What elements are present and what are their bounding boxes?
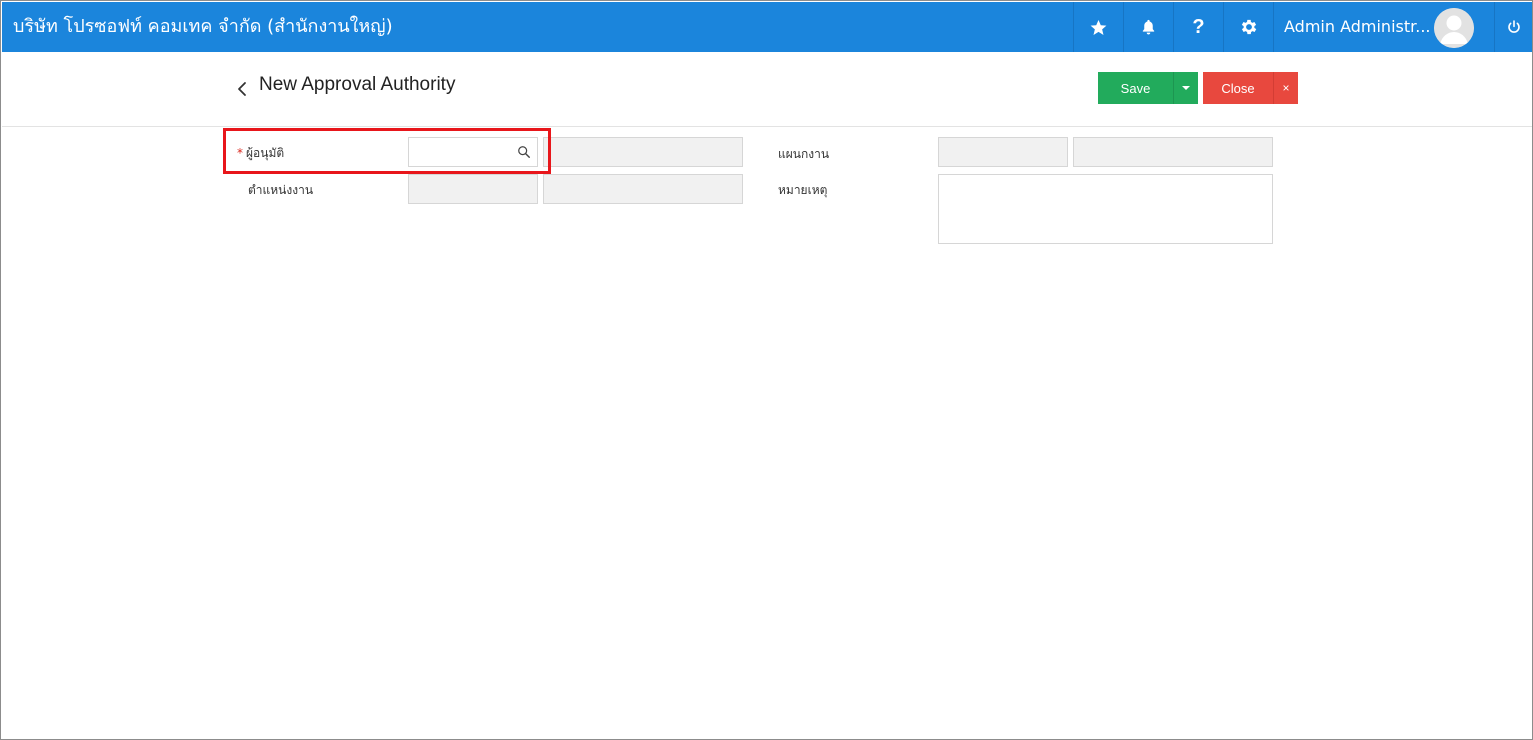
back-chevron-icon — [238, 82, 246, 96]
remark-label: หมายเหตุ — [778, 183, 828, 197]
department-label: แผนกงาน — [778, 147, 830, 161]
close-x-button[interactable]: × — [1273, 72, 1298, 104]
save-button[interactable]: Save — [1098, 72, 1173, 104]
position-code-field — [408, 174, 538, 204]
user-avatar-icon — [1434, 8, 1474, 48]
power-icon — [1508, 20, 1520, 33]
department-name-field — [1073, 137, 1273, 167]
close-button[interactable]: Close — [1203, 72, 1273, 104]
remark-field[interactable] — [938, 174, 1273, 244]
help-button[interactable]: ? — [1173, 2, 1223, 52]
bell-icon — [1142, 19, 1155, 35]
department-code-input — [939, 138, 1067, 166]
app-window: บริษัท โปรซอฟท์ คอมเทค จำกัด (สำนักงานให… — [0, 0, 1533, 740]
favorites-button[interactable] — [1073, 2, 1123, 52]
star-icon — [1090, 19, 1107, 35]
notifications-button[interactable] — [1123, 2, 1173, 52]
position-name-field — [543, 174, 743, 204]
top-bar: บริษัท โปรซอฟท์ คอมเทค จำกัด (สำนักงานให… — [2, 2, 1532, 52]
approver-name-input — [544, 138, 742, 166]
user-menu[interactable]: Admin Administr... — [1273, 2, 1494, 52]
remark-textarea[interactable] — [939, 175, 1272, 243]
help-icon: ? — [1192, 16, 1205, 38]
approver-code-field[interactable] — [408, 137, 538, 167]
logout-button[interactable] — [1494, 2, 1532, 52]
search-icon[interactable] — [517, 145, 531, 159]
approver-label-text: ผู้อนุมัติ — [246, 146, 285, 160]
position-label: ตำแหน่งงาน — [248, 183, 314, 197]
position-code-input — [409, 175, 537, 203]
approver-label: * ผู้อนุมัติ — [237, 144, 284, 163]
back-button[interactable] — [234, 77, 252, 101]
page-header: New Approval Authority Save Close × — [2, 52, 1532, 127]
save-options-button[interactable] — [1173, 72, 1198, 104]
caret-down-icon — [1182, 86, 1190, 90]
settings-button[interactable] — [1223, 2, 1273, 52]
page-title: New Approval Authority — [259, 74, 456, 95]
approver-name-field — [543, 137, 743, 167]
gear-icon — [1241, 19, 1256, 35]
company-name: บริษัท โปรซอฟท์ คอมเทค จำกัด (สำนักงานให… — [13, 16, 393, 37]
position-name-input — [544, 175, 742, 203]
department-name-input — [1074, 138, 1272, 166]
department-code-field — [938, 137, 1068, 167]
required-mark: * — [237, 146, 243, 160]
user-name: Admin Administr... — [1284, 17, 1431, 36]
